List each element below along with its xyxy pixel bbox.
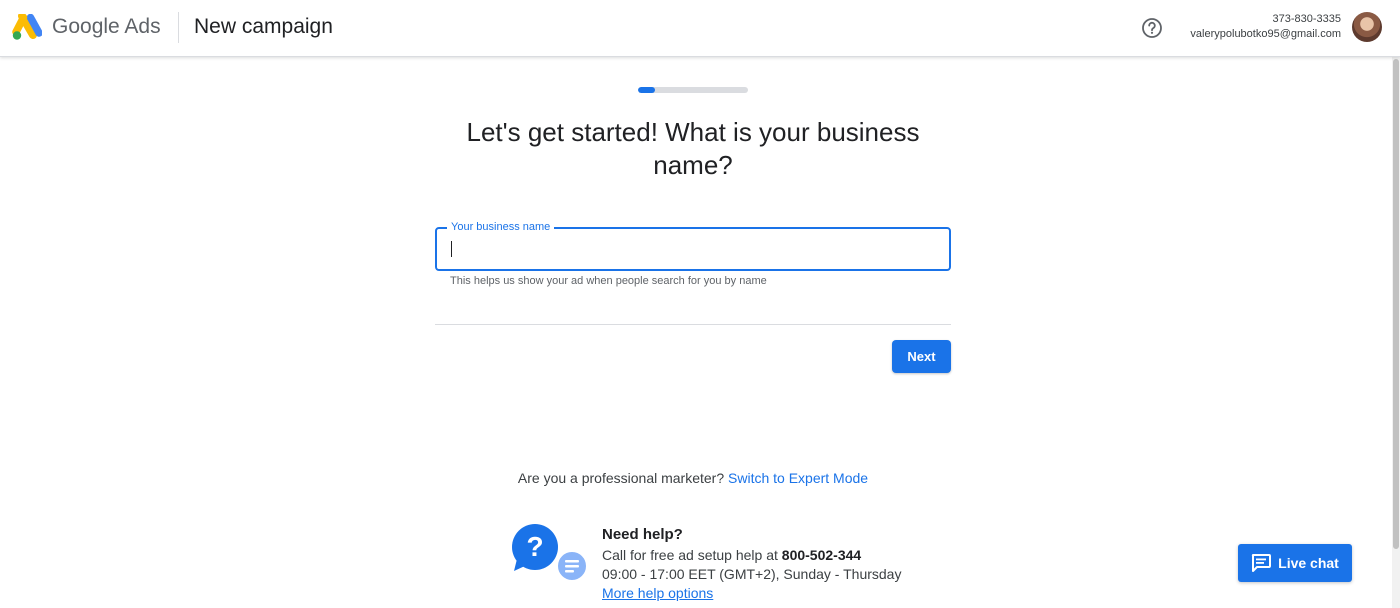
svg-text:?: ?: [526, 531, 543, 562]
brand-name: Google Ads: [52, 15, 161, 39]
header-divider: [178, 12, 179, 43]
account-phone: 373-830-3335: [1272, 13, 1341, 25]
live-chat-button[interactable]: Live chat: [1238, 544, 1352, 582]
progress-bar: [638, 87, 748, 93]
chat-icon: [1252, 554, 1272, 572]
brand-google: Google: [52, 15, 120, 38]
account-email: valerypolubotko95@gmail.com: [1190, 28, 1341, 40]
help-call-line: Call for free ad setup help at 800-502-3…: [602, 547, 861, 563]
brand-ads: Ads: [124, 15, 161, 38]
top-app-bar: Google Ads New campaign 373-830-3335 val…: [0, 0, 1400, 57]
field-hint: This helps us show your ad when people s…: [450, 275, 767, 287]
page-title: New campaign: [194, 15, 333, 38]
google-ads-logo[interactable]: [12, 14, 42, 41]
form-divider: [435, 324, 951, 325]
business-name-field[interactable]: Your business name: [435, 221, 951, 271]
help-call-text: Call for free ad setup help at: [602, 547, 782, 563]
business-name-label: Your business name: [447, 221, 555, 234]
switch-expert-mode-link[interactable]: Switch to Expert Mode: [728, 470, 868, 486]
help-chat-illustration: ?: [512, 524, 588, 582]
account-info[interactable]: 373-830-3335 valerypolubotko95@gmail.com: [1190, 12, 1341, 42]
expert-question: Are you a professional marketer?: [517, 470, 725, 486]
live-chat-label: Live chat: [1278, 555, 1339, 571]
question-heading: Let's get started! What is your business…: [466, 117, 920, 180]
help-phone: 800-502-344: [781, 547, 862, 563]
expert-mode-prompt: Are you a professional marketer? Switch …: [0, 470, 1386, 486]
help-hours: 09:00 - 17:00 EET (GMT+2), Sunday - Thur…: [602, 566, 902, 582]
scrollbar-thumb[interactable]: [1393, 59, 1399, 549]
help-title: Need help?: [602, 526, 683, 543]
business-name-input[interactable]: [450, 239, 930, 259]
more-help-options-link[interactable]: More help options: [602, 585, 713, 601]
progress-fill: [638, 87, 655, 93]
next-button[interactable]: Next: [892, 340, 951, 373]
user-avatar[interactable]: [1352, 12, 1382, 42]
help-circle-icon[interactable]: [1141, 17, 1163, 39]
text-caret: [451, 241, 452, 257]
